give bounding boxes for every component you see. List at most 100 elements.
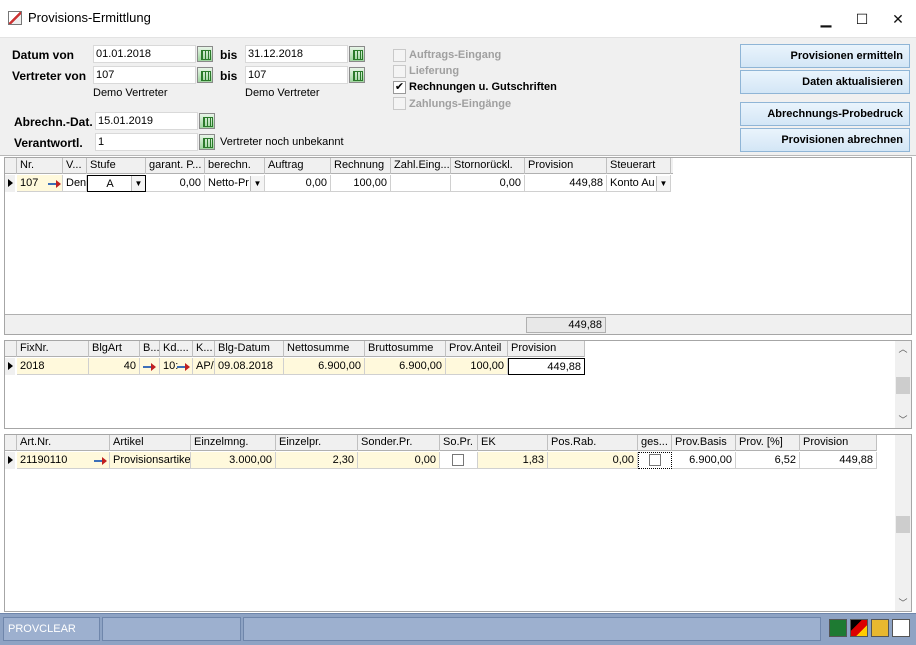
column-header[interactable]: Pos.Rab. xyxy=(548,435,638,451)
provision-cell[interactable]: 449,88 xyxy=(800,452,877,469)
abrechnungs-probedruck-button[interactable]: Abrechnungs-Probedruck xyxy=(740,102,910,126)
scroll-thumb[interactable] xyxy=(896,377,910,394)
column-header[interactable]: berechn. xyxy=(205,158,265,174)
lieferung-checkbox[interactable] xyxy=(393,65,406,78)
daten-aktualisieren-button[interactable]: Daten aktualisieren xyxy=(740,70,910,94)
column-header[interactable]: Prov. [%] xyxy=(736,435,800,451)
goto-arrow-icon[interactable] xyxy=(94,456,108,466)
column-header[interactable]: Provision xyxy=(508,341,585,357)
bruttosumme-cell[interactable]: 6.900,00 xyxy=(365,358,446,375)
zahl-eing-cell[interactable] xyxy=(391,175,451,192)
fixnr-cell[interactable]: 2018 xyxy=(17,358,89,375)
vertical-scrollbar[interactable]: ︿ ﹀ xyxy=(895,341,911,428)
scroll-down-icon[interactable]: ﹀ xyxy=(895,595,911,611)
table-row[interactable]: 2018 40 10: AP/ 09.08.2018 6.900,00 6.90… xyxy=(5,358,585,375)
sonderpr-cell[interactable]: 0,00 xyxy=(358,452,440,469)
sopr-checkbox[interactable] xyxy=(452,454,464,466)
column-header[interactable]: EK xyxy=(478,435,548,451)
posrab-cell[interactable]: 0,00 xyxy=(548,452,638,469)
column-header[interactable]: Sonder.Pr. xyxy=(358,435,440,451)
column-header[interactable]: Prov.Basis xyxy=(672,435,736,451)
k-cell[interactable]: AP/ xyxy=(193,358,215,375)
column-header[interactable]: Kd.... xyxy=(160,341,193,357)
column-header[interactable]: Prov.Anteil xyxy=(446,341,508,357)
rechnungen-checkbox[interactable]: ✔ xyxy=(393,81,406,94)
einzelpr-cell[interactable]: 2,30 xyxy=(276,452,358,469)
column-header[interactable]: B... xyxy=(140,341,160,357)
goto-arrow-icon[interactable] xyxy=(143,362,157,372)
prov-anteil-cell[interactable]: 100,00 xyxy=(446,358,508,375)
ek-cell[interactable]: 1,83 xyxy=(478,452,548,469)
column-header[interactable]: Stornorückl. xyxy=(451,158,525,174)
chevron-down-icon[interactable]: ▼ xyxy=(656,176,670,191)
zahlungs-eingaenge-checkbox[interactable] xyxy=(393,97,406,110)
scroll-thumb[interactable] xyxy=(896,516,910,533)
maximize-button[interactable]: ☐ xyxy=(844,6,880,32)
column-header[interactable]: BlgArt xyxy=(89,341,140,357)
auftrag-cell[interactable]: 0,00 xyxy=(265,175,331,192)
vertreter-bis-input[interactable]: 107 xyxy=(245,66,348,84)
prov-basis-cell[interactable]: 6.900,00 xyxy=(672,452,736,469)
column-header[interactable]: Provision xyxy=(800,435,877,451)
auftrags-eingang-checkbox[interactable] xyxy=(393,49,406,62)
chevron-down-icon[interactable]: ▼ xyxy=(131,176,145,191)
provisionen-ermitteln-button[interactable]: Provisionen ermitteln xyxy=(740,44,910,68)
column-header[interactable]: Stufe xyxy=(87,158,146,174)
print-icon[interactable] xyxy=(892,619,910,637)
artikel-cell[interactable]: Provisionsartikel xyxy=(110,452,191,469)
column-header[interactable]: Bruttosumme xyxy=(365,341,446,357)
column-header[interactable]: Nettosumme xyxy=(284,341,365,357)
blgart-cell[interactable]: 40 xyxy=(89,358,140,375)
table-row[interactable]: 107 Den A ▼ 0,00 Netto-Pr ▼ 0,00 100,00 … xyxy=(5,175,673,192)
rechnung-cell[interactable]: 100,00 xyxy=(331,175,391,192)
nettosumme-cell[interactable]: 6.900,00 xyxy=(284,358,365,375)
column-header[interactable]: So.Pr. xyxy=(440,435,478,451)
excel-icon[interactable] xyxy=(829,619,847,637)
minimize-button[interactable]: ▁ xyxy=(808,6,844,32)
vertical-scrollbar[interactable]: ﹀ xyxy=(895,435,911,611)
blg-datum-cell[interactable]: 09.08.2018 xyxy=(215,358,284,375)
garant-cell[interactable]: 0,00 xyxy=(146,175,205,192)
column-header[interactable]: Provision xyxy=(525,158,607,174)
chevron-down-icon[interactable]: ▼ xyxy=(250,176,264,191)
provision-cell[interactable]: 449,88 xyxy=(525,175,607,192)
verantwortl-input[interactable]: 1 xyxy=(95,133,198,151)
column-header[interactable]: Art.Nr. xyxy=(17,435,110,451)
calendar-icon[interactable] xyxy=(199,113,215,129)
datum-bis-input[interactable]: 31.12.2018 xyxy=(245,45,348,63)
ges-checkbox[interactable] xyxy=(649,454,661,466)
prov-prozent-cell[interactable]: 6,52 xyxy=(736,452,800,469)
scroll-down-icon[interactable]: ﹀ xyxy=(895,412,911,428)
table-row[interactable]: 21190110 Provisionsartikel 3.000,00 2,30… xyxy=(5,452,877,469)
column-header[interactable]: Artikel xyxy=(110,435,191,451)
goto-arrow-icon[interactable] xyxy=(177,362,191,372)
abrechn-date-input[interactable]: 15.01.2019 xyxy=(95,112,198,130)
v-cell[interactable]: Den xyxy=(63,175,87,192)
column-header[interactable]: garant. P... xyxy=(146,158,205,174)
goto-arrow-icon[interactable] xyxy=(48,179,62,189)
calendar-icon[interactable] xyxy=(197,46,213,62)
column-header[interactable]: Zahl.Eing... xyxy=(391,158,451,174)
scroll-up-icon[interactable]: ︿ xyxy=(895,341,911,357)
column-header[interactable]: V... xyxy=(63,158,87,174)
column-header[interactable]: Steuerart xyxy=(607,158,671,174)
column-header[interactable]: Einzelmng. xyxy=(191,435,276,451)
column-header[interactable]: K... xyxy=(193,341,215,357)
einzelmng-cell[interactable]: 3.000,00 xyxy=(191,452,276,469)
column-header[interactable]: Einzelpr. xyxy=(276,435,358,451)
lookup-icon[interactable] xyxy=(349,67,365,83)
lock-icon[interactable] xyxy=(871,619,889,637)
storno-cell[interactable]: 0,00 xyxy=(451,175,525,192)
column-header[interactable]: FixNr. xyxy=(17,341,89,357)
column-header[interactable]: Auftrag xyxy=(265,158,331,174)
close-button[interactable]: ✕ xyxy=(880,6,916,32)
column-header[interactable]: Nr. xyxy=(17,158,63,174)
vertreter-von-input[interactable]: 107 xyxy=(93,66,196,84)
column-header[interactable]: ges... xyxy=(638,435,672,451)
column-header[interactable]: Blg-Datum xyxy=(215,341,284,357)
column-header[interactable]: Rechnung xyxy=(331,158,391,174)
lookup-icon[interactable] xyxy=(199,134,215,150)
calendar-icon[interactable] xyxy=(349,46,365,62)
provisionen-abrechnen-button[interactable]: Provisionen abrechnen xyxy=(740,128,910,152)
lookup-icon[interactable] xyxy=(197,67,213,83)
